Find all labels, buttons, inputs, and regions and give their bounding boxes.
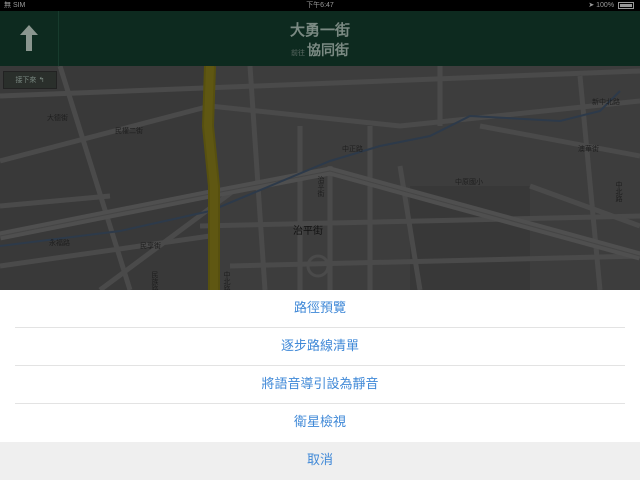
map-label: 治平街 — [317, 176, 325, 197]
location-arrow-icon: ➤ — [588, 2, 595, 9]
navigation-header[interactable]: 大勇一街 前往 協同街 — [0, 11, 640, 66]
next-turn-label: 接下來 — [15, 76, 37, 84]
next-turn-chip[interactable]: 接下來 ↰ — [3, 71, 57, 89]
map-label: 新中北路 — [592, 98, 620, 106]
clock: 下午6:47 — [306, 2, 334, 9]
route-overview-button[interactable]: 路徑預覽 — [0, 290, 640, 328]
battery-percent: 100% — [596, 2, 615, 9]
toward-label: 前往 — [291, 49, 305, 57]
map-label: 民權二街 — [115, 127, 143, 135]
map-label: 治平街 — [293, 226, 323, 237]
map-label: 中正路 — [342, 145, 363, 153]
map-label: 大德街 — [47, 114, 68, 122]
map-label: 中北路 — [615, 181, 623, 202]
map-label: 澳華街 — [578, 145, 599, 153]
cancel-button[interactable]: 取消 — [0, 442, 640, 480]
satellite-view-button[interactable]: 衛星檢視 — [0, 404, 640, 442]
status-bar: 無 SIM 下午6:47 ➤ 100% — [0, 0, 640, 11]
turn-left-icon: ↰ — [38, 76, 45, 84]
map-label: 民族路 — [151, 271, 159, 290]
map-label: 中北路 — [223, 271, 231, 290]
map-view[interactable]: 大德街 民權二街 中正路 中原國小 澳華街 新中北路 中北路 治平街 民享街 中… — [0, 66, 640, 290]
action-sheet: 路徑預覽 逐步路線清單 將語音導引設為靜音 衛星檢視 取消 — [0, 290, 640, 480]
battery-icon — [618, 1, 634, 9]
map-label: 中原國小 — [455, 178, 483, 186]
map-label: 民享街 — [140, 242, 161, 250]
step-by-step-list-button[interactable]: 逐步路線清單 — [0, 328, 640, 366]
map-label: 永福路 — [49, 239, 70, 247]
current-road-name: 大勇一街 — [289, 21, 350, 39]
toward-road-name: 協同街 — [307, 43, 349, 59]
battery-status: ➤ 100% — [588, 0, 634, 11]
mute-voice-guidance-button[interactable]: 將語音導引設為靜音 — [0, 366, 640, 404]
toward-road: 前往 協同街 — [0, 40, 640, 60]
